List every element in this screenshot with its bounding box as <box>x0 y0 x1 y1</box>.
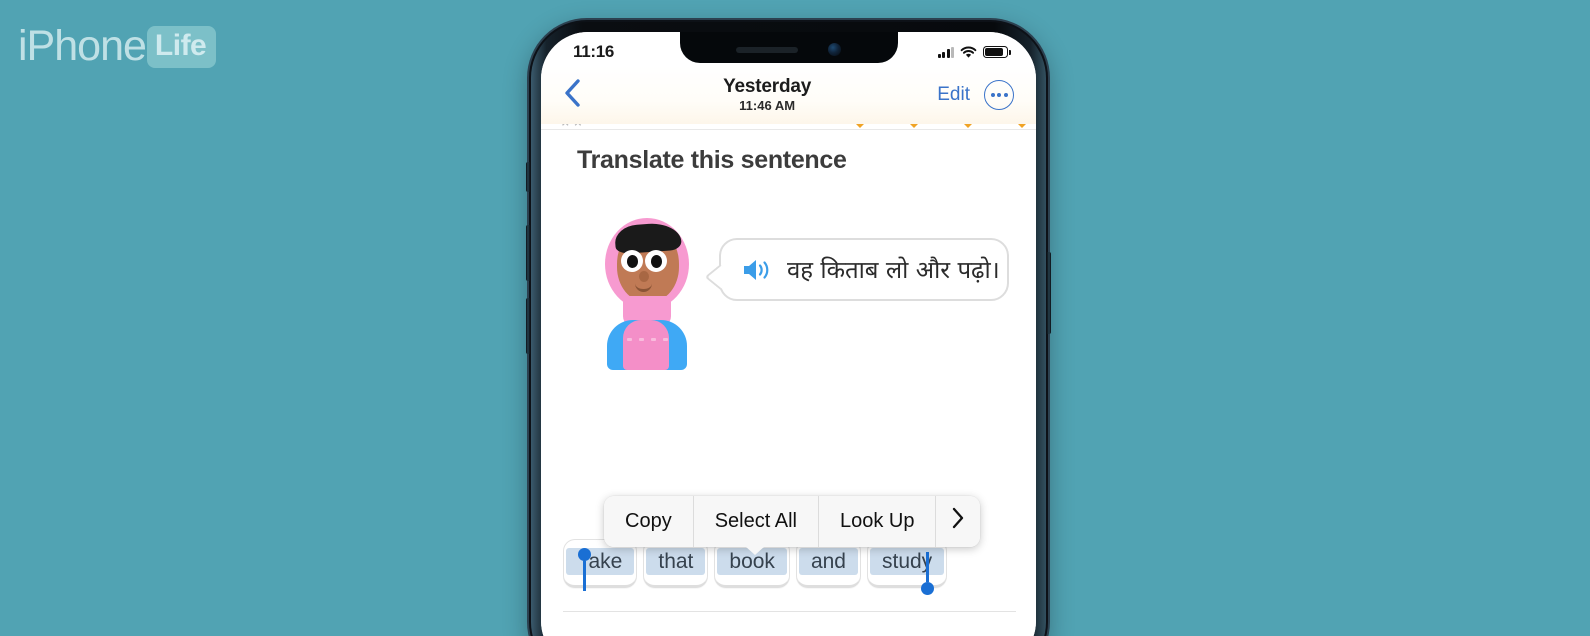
ellipsis-dot-icon <box>990 93 995 97</box>
cellular-signal-icon <box>937 46 954 58</box>
nav-title-group: Yesterday 11:46 AM <box>597 75 937 114</box>
navigation-bar: Yesterday 11:46 AM Edit <box>541 66 1036 124</box>
text-selection-context-menu[interactable]: Copy Select All Look Up <box>604 496 981 555</box>
selection-handle-end[interactable] <box>921 552 935 595</box>
selection-handle-bead <box>578 548 591 561</box>
battery-icon <box>983 46 1011 58</box>
chevron-right-icon <box>951 507 965 535</box>
character-eye-left <box>621 250 643 272</box>
context-menu-item-select-all[interactable]: Select All <box>693 496 819 547</box>
power-button[interactable] <box>1047 252 1051 334</box>
selection-handle-start[interactable] <box>578 548 591 591</box>
ellipsis-dot-icon <box>1003 93 1008 97</box>
ellipsis-dot-icon <box>997 93 1001 97</box>
character-stitch <box>663 338 668 341</box>
context-menu-item-look-up[interactable]: Look Up <box>818 496 937 547</box>
iphone-device-frame: 11:16 Yesterday 11:46 AM Edit ⌃⌃ Transla… <box>526 20 1051 636</box>
character-stitch <box>651 338 656 341</box>
watermark-brand: iPhone <box>18 22 147 70</box>
iphonelife-watermark: iPhone Life <box>18 22 217 71</box>
speaker-wave-icon[interactable] <box>741 257 773 283</box>
silent-switch[interactable] <box>526 162 530 192</box>
edit-button[interactable]: Edit <box>937 84 970 106</box>
chevron-left-icon <box>563 78 581 113</box>
iphone-screen: 11:16 Yesterday 11:46 AM Edit ⌃⌃ Transla… <box>541 32 1036 636</box>
exercise-title: Translate this sentence <box>577 146 847 174</box>
answer-field-line <box>563 611 1016 612</box>
context-menu-item-copy[interactable]: Copy <box>604 496 694 547</box>
page-title: Yesterday <box>723 75 812 97</box>
exercise-content: ⌃⌃ Translate this sentence वह किताब लो औ… <box>541 119 1036 636</box>
selection-handle-stem <box>926 552 930 582</box>
character-nose <box>639 271 649 282</box>
back-button[interactable] <box>563 78 597 113</box>
context-menu-next-button[interactable] <box>936 496 981 547</box>
character-eye-right <box>645 250 667 272</box>
volume-down-button[interactable] <box>526 298 530 354</box>
volume-up-button[interactable] <box>526 225 530 281</box>
status-bar-icons <box>937 46 1011 59</box>
answer-token-label: and <box>810 550 846 573</box>
character-stitch <box>627 338 632 341</box>
selection-handle-stem <box>583 561 586 591</box>
earpiece-speaker-icon <box>736 46 798 53</box>
page-subtitle: 11:46 AM <box>739 98 796 114</box>
selection-handle-bead <box>921 582 935 595</box>
prompt-text: वह किताब लो और पढ़ो। <box>787 256 1000 284</box>
status-bar-time: 11:16 <box>573 42 615 61</box>
prompt-speech-bubble[interactable]: वह किताब लो और पढ़ो। <box>719 238 1009 301</box>
more-options-button[interactable] <box>984 80 1014 110</box>
wifi-icon <box>960 46 977 59</box>
watermark-life-badge: Life <box>146 25 217 68</box>
answer-token-label: that <box>658 550 694 573</box>
character-stitch <box>639 338 644 341</box>
front-camera-icon <box>828 43 841 56</box>
watermark-suffix: Life <box>154 28 207 62</box>
character-avatar <box>597 216 695 370</box>
character-tunic <box>623 320 669 370</box>
notch <box>679 32 898 63</box>
